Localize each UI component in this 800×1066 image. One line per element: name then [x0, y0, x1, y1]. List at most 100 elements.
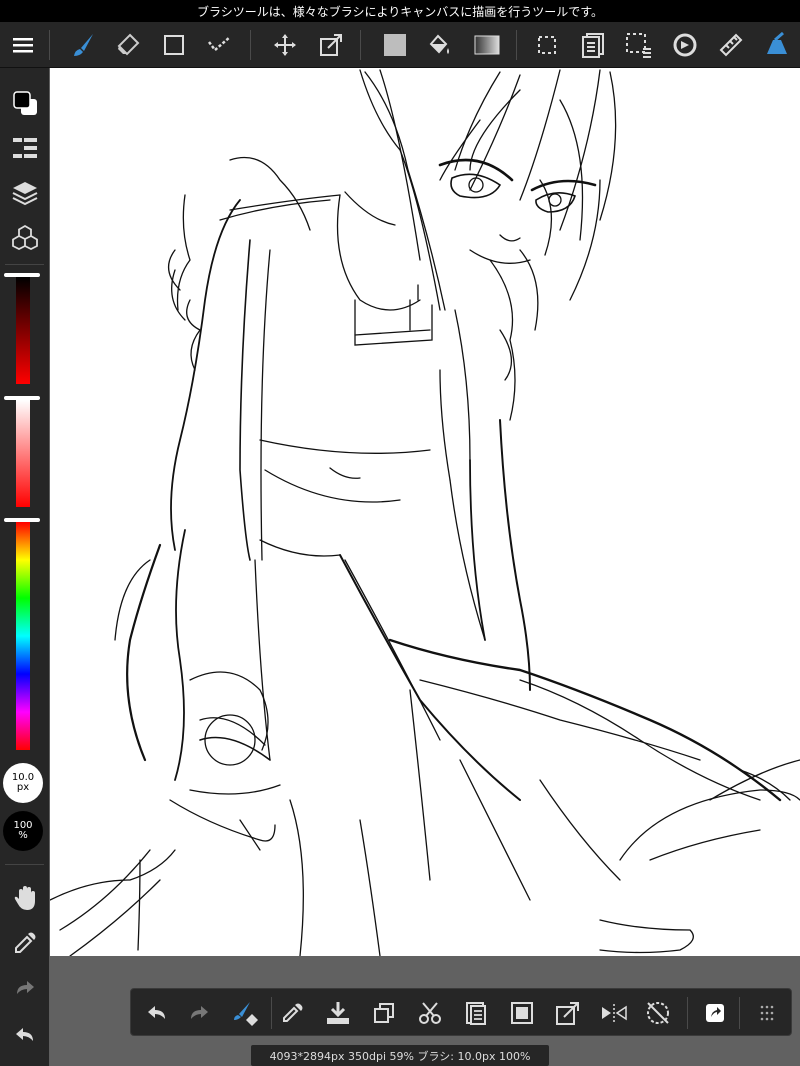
saturation-slider[interactable]	[16, 400, 30, 507]
cut-icon	[419, 1002, 441, 1024]
clear-button[interactable]	[229, 996, 263, 1030]
gradient-tool-button[interactable]	[470, 28, 504, 62]
eyedropper-button-bottom[interactable]	[275, 996, 309, 1030]
left-panel: 10.0 px 100 %	[0, 68, 49, 1066]
brush-settings-button[interactable]	[758, 28, 792, 62]
hue-slider-handle[interactable]	[4, 518, 40, 522]
canvas-status-bar: 4093*2894px 350dpi 59% ブラシ: 10.0px 100%	[251, 1045, 549, 1066]
rotate-canvas-button[interactable]	[668, 28, 702, 62]
opacity-indicator[interactable]: 100 %	[3, 811, 43, 851]
brush-size-unit: px	[16, 782, 30, 793]
brush-settings-icon	[767, 32, 787, 54]
select-all-icon	[511, 1002, 533, 1024]
paste-icon	[466, 1002, 486, 1025]
rotate-icon	[647, 1002, 669, 1024]
share-icon	[706, 1004, 724, 1022]
clear-icon	[234, 1002, 258, 1026]
eyedropper-button[interactable]	[7, 925, 42, 960]
panel-divider	[5, 864, 44, 865]
brightness-slider-handle[interactable]	[4, 273, 40, 277]
undo-icon	[148, 1006, 165, 1019]
select-rect-button[interactable]	[530, 28, 564, 62]
undo-button-left[interactable]	[7, 1017, 42, 1052]
bottom-toolbar	[130, 988, 792, 1036]
toolbar-divider	[687, 997, 688, 1029]
top-toolbar	[0, 22, 800, 68]
duplicate-icon	[374, 1003, 394, 1023]
selection-menu-icon	[626, 33, 651, 58]
eyedropper-icon	[14, 932, 35, 953]
rotate-canvas-icon	[673, 33, 697, 57]
layers-icon	[12, 181, 37, 205]
tool-tip-text: ブラシツールは、様々なブラシによりキャンバスに描画を行うツールです。	[196, 4, 604, 19]
tool-tip-bar: ブラシツールは、様々なブラシによりキャンバスに描画を行うツールです。	[0, 0, 800, 22]
redo-icon	[16, 980, 34, 994]
panel-divider	[5, 264, 44, 265]
transform-tool-button[interactable]	[314, 28, 348, 62]
layer-list-button[interactable]	[576, 28, 610, 62]
brush-tool-icon	[74, 34, 93, 56]
undo-button[interactable]	[139, 996, 173, 1030]
move-tool-icon	[274, 34, 296, 56]
toolbar-divider	[250, 30, 251, 60]
toolbar-divider	[271, 997, 272, 1029]
eyedropper-icon	[283, 1003, 303, 1022]
layer-tree-icon	[12, 137, 37, 158]
paste-button[interactable]	[459, 996, 493, 1030]
fill-color-icon	[384, 34, 406, 56]
redo-button[interactable]	[183, 996, 217, 1030]
more-button[interactable]	[750, 996, 784, 1030]
drawing-canvas[interactable]	[50, 68, 800, 956]
brush-tool-button[interactable]	[67, 28, 101, 62]
more-icon	[760, 1005, 774, 1021]
fill-color-button[interactable]	[378, 28, 412, 62]
shape-tool-button[interactable]	[157, 28, 191, 62]
toolbar-divider	[516, 30, 517, 60]
menu-icon	[13, 38, 33, 53]
select-check-button[interactable]	[203, 28, 237, 62]
toolbar-divider	[739, 997, 740, 1029]
opacity-unit: %	[18, 830, 28, 841]
color-swatch-icon	[12, 90, 37, 115]
select-rect-icon	[538, 36, 556, 54]
duplicate-button[interactable]	[367, 996, 401, 1030]
move-tool-button[interactable]	[268, 28, 302, 62]
bucket-tool-button[interactable]	[422, 28, 456, 62]
brightness-slider[interactable]	[16, 277, 30, 384]
hand-icon	[14, 885, 35, 910]
select-check-icon	[208, 36, 231, 52]
bucket-tool-icon	[429, 34, 449, 54]
hue-slider[interactable]	[16, 522, 30, 750]
cut-button[interactable]	[413, 996, 447, 1030]
undo-icon	[15, 1027, 33, 1041]
transform-tool-icon	[320, 34, 342, 56]
save-button[interactable]	[321, 996, 355, 1030]
select-all-button[interactable]	[505, 996, 539, 1030]
selection-menu-button[interactable]	[622, 28, 656, 62]
flip-icon	[602, 1004, 627, 1022]
sketch-artwork	[50, 69, 800, 956]
toolbar-divider	[49, 30, 50, 60]
saturation-slider-handle[interactable]	[4, 396, 40, 400]
canvas-status-text: 4093*2894px 350dpi 59% ブラシ: 10.0px 100%	[269, 1049, 531, 1063]
ruler-icon	[719, 33, 743, 57]
brush-size-indicator[interactable]: 10.0 px	[3, 763, 43, 803]
color-swatch-button[interactable]	[7, 85, 42, 120]
layer-list-icon	[582, 33, 604, 58]
export-icon	[556, 1002, 579, 1025]
ruler-button[interactable]	[714, 28, 748, 62]
redo-button-left[interactable]	[7, 970, 42, 1005]
share-button[interactable]	[698, 996, 732, 1030]
rotate-button[interactable]	[641, 996, 675, 1030]
eraser-tool-icon	[117, 33, 140, 56]
menu-button[interactable]	[6, 28, 40, 62]
eraser-tool-button[interactable]	[111, 28, 145, 62]
save-icon	[327, 1002, 349, 1024]
layer-tree-button[interactable]	[7, 130, 42, 165]
layers-button[interactable]	[7, 175, 42, 210]
flip-button[interactable]	[597, 996, 631, 1030]
export-button[interactable]	[551, 996, 585, 1030]
materials-button[interactable]	[7, 220, 42, 255]
hand-tool-button[interactable]	[7, 880, 42, 915]
redo-icon	[191, 1006, 208, 1019]
